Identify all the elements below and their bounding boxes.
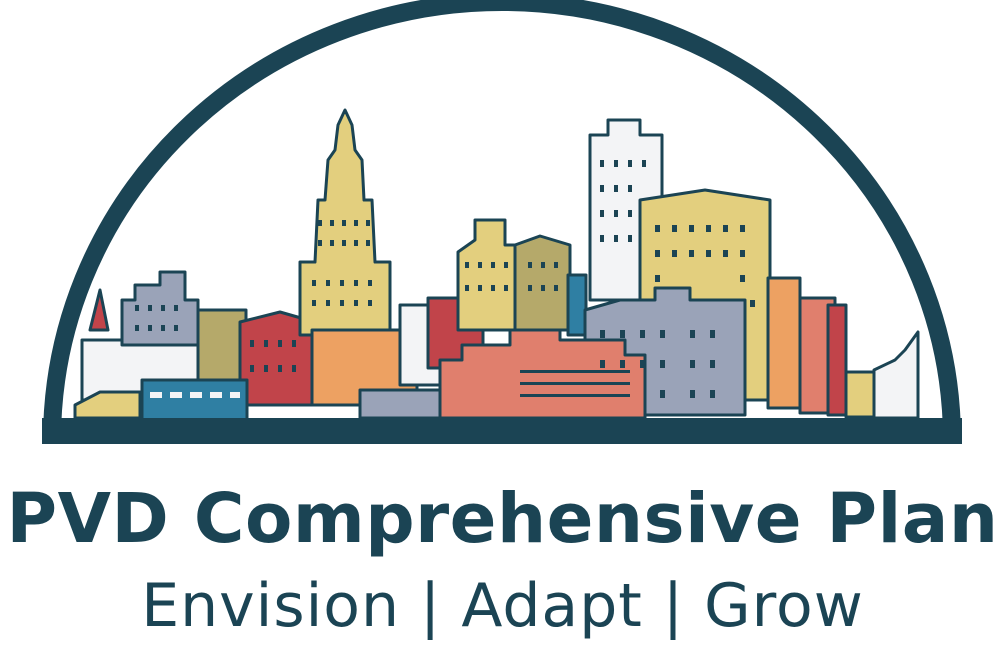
arch-base (42, 418, 962, 444)
building-orange-right (766, 276, 802, 410)
building-red-far-left (88, 288, 110, 332)
building-olive-center (513, 234, 572, 332)
logo-tagline: Envision | Adapt | Grow (141, 571, 864, 641)
logo-title: PVD Comprehensive Plan (6, 479, 999, 559)
building-white-right (872, 330, 920, 420)
building-gray-left (120, 270, 200, 347)
building-gray-low-mid (358, 388, 442, 420)
building-yellow-small-right (844, 370, 876, 419)
building-teal-low-left (140, 378, 249, 422)
skyline-buildings (73, 108, 920, 422)
building-teal-center (566, 273, 588, 337)
skyline-arch-illustration (42, 0, 962, 444)
building-red-right (826, 303, 848, 417)
